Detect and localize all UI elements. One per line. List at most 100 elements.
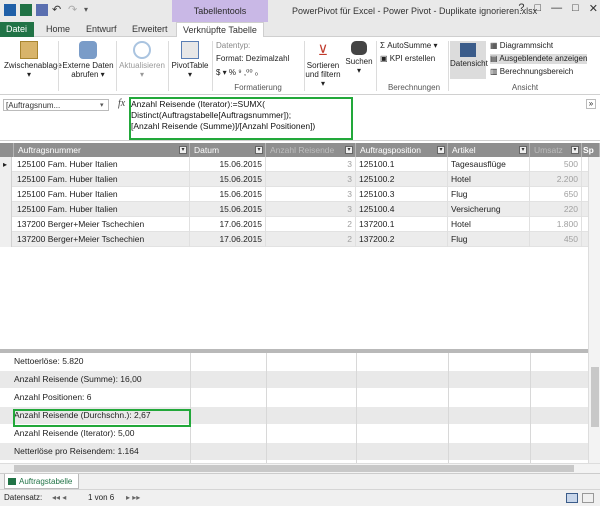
table-row[interactable]: 125100 Fam. Huber Italien 15.06.2015 3 1251…: [0, 187, 588, 202]
table-cell[interactable]: Flug: [448, 232, 530, 247]
table-cell[interactable]: 137200 Berger+Meier Tschechien: [14, 232, 190, 247]
corner-cell[interactable]: [0, 143, 14, 157]
measure-cell[interactable]: Anzahl Reisende (Summe): 16,00: [14, 371, 142, 388]
refresh-button[interactable]: Aktualisieren ▾: [118, 41, 166, 79]
kpi-button[interactable]: ▣ KPI erstellen: [380, 54, 435, 64]
table-cell[interactable]: 125100.3: [356, 187, 448, 202]
datatype-dropdown[interactable]: Datentyp:: [216, 41, 250, 51]
table-cell[interactable]: 125100 Fam. Huber Italien: [14, 187, 190, 202]
col-header-sp[interactable]: Sp: [582, 143, 600, 157]
external-data-button[interactable]: Externe Daten abrufen ▾: [62, 41, 114, 79]
table-cell[interactable]: 17.06.2015: [190, 217, 266, 232]
redo-icon[interactable]: ↷: [68, 4, 80, 16]
row-selector[interactable]: [0, 172, 12, 187]
measure-cell[interactable]: Anzahl Reisende (Iterator): 5,00: [14, 425, 134, 442]
tab-erweitert[interactable]: Erweitert: [126, 22, 174, 37]
filter-dropdown-icon[interactable]: ▾: [345, 146, 353, 154]
fx-icon[interactable]: fx: [118, 98, 125, 109]
minimize-button[interactable]: —: [551, 2, 562, 15]
show-hidden-button[interactable]: ▤ Ausgeblendete anzeigen: [490, 54, 588, 64]
name-box[interactable]: [Auftragsnum...: [3, 99, 109, 111]
filter-dropdown-icon[interactable]: ▾: [437, 146, 445, 154]
format-dropdown[interactable]: Format: Dezimalzahl: [216, 54, 289, 64]
tab-entwurf[interactable]: Entwurf: [80, 22, 123, 37]
table-cell[interactable]: 15.06.2015: [190, 187, 266, 202]
table-cell[interactable]: 450: [530, 232, 582, 247]
expand-formula-icon[interactable]: »: [586, 99, 596, 109]
col-header-artikel[interactable]: Artikel ▾: [448, 143, 530, 157]
undo-icon[interactable]: ↶: [52, 4, 64, 16]
table-cell[interactable]: 2: [266, 217, 356, 232]
row-selector[interactable]: [0, 232, 12, 247]
table-cell[interactable]: 1.800: [530, 217, 582, 232]
number-format-buttons[interactable]: $ ▾ % ⁹ ,⁰⁰ ₀: [216, 68, 258, 78]
table-cell[interactable]: 137200.2: [356, 232, 448, 247]
table-cell[interactable]: Tagesausflüge: [448, 157, 530, 172]
sort-filter-button[interactable]: ⊻ Sortieren und filtern ▾: [304, 41, 342, 88]
table-cell[interactable]: 3: [266, 157, 356, 172]
table-cell[interactable]: 125100 Fam. Huber Italien: [14, 172, 190, 187]
table-cell[interactable]: 500: [530, 157, 582, 172]
table-cell[interactable]: 3: [266, 202, 356, 217]
tab-datei[interactable]: Datei: [0, 22, 34, 37]
col-header-umsatz[interactable]: Umsatz ▾: [530, 143, 582, 157]
table-cell[interactable]: Versicherung: [448, 202, 530, 217]
table-cell[interactable]: Flug: [448, 187, 530, 202]
col-header-auftragsposition[interactable]: Auftragsposition ▾: [356, 143, 448, 157]
search-button[interactable]: Suchen ▾: [344, 41, 374, 75]
row-selector[interactable]: [0, 217, 12, 232]
table-cell[interactable]: 17.06.2015: [190, 232, 266, 247]
filter-dropdown-icon[interactable]: ▾: [179, 146, 187, 154]
table-row[interactable]: 125100 Fam. Huber Italien 15.06.2015 3 1251…: [0, 172, 588, 187]
table-cell[interactable]: 125100.4: [356, 202, 448, 217]
diagram-view-status-icon[interactable]: [582, 493, 594, 503]
table-row[interactable]: ▸ 125100 Fam. Huber Italien 15.06.2015 3 125…: [0, 157, 588, 172]
powerpivot-icon[interactable]: [4, 4, 16, 16]
col-header-auftragsnummer[interactable]: Auftragsnummer ▾: [14, 143, 190, 157]
scroll-thumb[interactable]: [591, 367, 599, 427]
table-cell[interactable]: 15.06.2015: [190, 172, 266, 187]
tab-home[interactable]: Home: [40, 22, 76, 37]
autosum-button[interactable]: Σ AutoSumme ▾: [380, 41, 437, 51]
grid-view-status-icon[interactable]: [566, 493, 578, 503]
measure-cell[interactable]: Anzahl Positionen: 6: [14, 389, 92, 406]
pivottable-button[interactable]: PivotTable ▾: [170, 41, 210, 79]
table-cell[interactable]: 3: [266, 187, 356, 202]
clipboard-button[interactable]: Zwischenablage ▾: [4, 41, 62, 79]
table-cell[interactable]: 137200.1: [356, 217, 448, 232]
close-button[interactable]: ✕: [589, 2, 598, 15]
diagram-view-button[interactable]: ▦ Diagrammsicht: [490, 41, 553, 51]
measure-cell[interactable]: Nettoerlöse: 5.820: [14, 353, 83, 370]
col-header-datum[interactable]: Datum ▾: [190, 143, 266, 157]
tab-verknuepfte-tabelle[interactable]: Verknüpfte Tabelle: [176, 22, 264, 38]
table-cell[interactable]: 125100.1: [356, 157, 448, 172]
table-cell[interactable]: 2: [266, 232, 356, 247]
table-cell[interactable]: 125100 Fam. Huber Italien: [14, 202, 190, 217]
table-row[interactable]: 125100 Fam. Huber Italien 15.06.2015 3 1251…: [0, 202, 588, 217]
record-nav-prev[interactable]: ◂◂ ◂: [52, 493, 66, 502]
measure-cell[interactable]: Netterlöse pro Reisendem: 1.164: [14, 443, 139, 460]
maximize-button[interactable]: □: [572, 2, 579, 15]
table-row[interactable]: 137200 Berger+Meier Tschechien 17.06.2015…: [0, 232, 588, 247]
row-selector[interactable]: [0, 187, 12, 202]
filter-dropdown-icon[interactable]: ▾: [519, 146, 527, 154]
table-cell[interactable]: Hotel: [448, 172, 530, 187]
filter-dropdown-icon[interactable]: ▾: [571, 146, 579, 154]
save-icon[interactable]: [36, 4, 48, 16]
table-cell[interactable]: 137200 Berger+Meier Tschechien: [14, 217, 190, 232]
sheet-tab-auftragstabelle[interactable]: Auftragstabelle: [4, 474, 80, 489]
table-cell[interactable]: 125100.2: [356, 172, 448, 187]
col-header-anzahl-reisende[interactable]: Anzahl Reisende ▾: [266, 143, 356, 157]
row-selector[interactable]: [0, 202, 12, 217]
table-cell[interactable]: 125100 Fam. Huber Italien: [14, 157, 190, 172]
help-icon[interactable]: ?: [518, 2, 524, 15]
table-cell[interactable]: Hotel: [448, 217, 530, 232]
calc-area-button[interactable]: ▥ Berechnungsbereich: [490, 67, 573, 77]
table-cell[interactable]: 15.06.2015: [190, 202, 266, 217]
restore-ribbon-icon[interactable]: □: [534, 2, 541, 15]
table-cell[interactable]: 650: [530, 187, 582, 202]
horizontal-scrollbar[interactable]: [0, 463, 600, 473]
table-cell[interactable]: 15.06.2015: [190, 157, 266, 172]
customize-qat-icon[interactable]: ▾: [84, 4, 96, 16]
record-nav-next[interactable]: ▸ ▸▸: [126, 493, 140, 502]
